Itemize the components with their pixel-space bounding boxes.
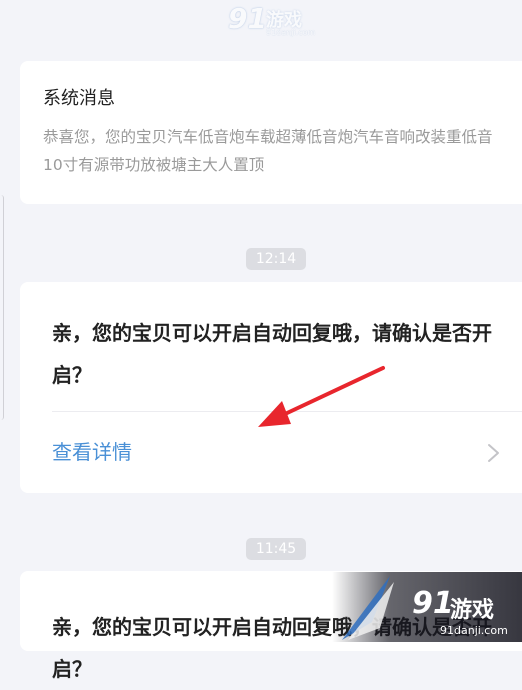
watermark-domain: 91danji.com: [440, 624, 508, 637]
watermark-swoosh-icon: [342, 576, 394, 640]
system-message-title: 系统消息: [43, 88, 115, 109]
watermark-number: 91: [228, 2, 267, 35]
auto-reply-message-card[interactable]: 亲，您的宝贝可以开启自动回复哦，请确认是否开启？ 查看详情: [20, 282, 522, 493]
message-timestamp: 11:45: [246, 538, 306, 560]
message-timestamp: 12:14: [246, 248, 306, 270]
message-text: 亲，您的宝贝可以开启自动回复哦，请确认是否开启？: [52, 321, 492, 387]
watermark-logo-top: 91 游戏 91danji.com: [228, 2, 328, 40]
watermark-number: 91: [412, 586, 454, 621]
system-message-body: 恭喜您，您的宝贝汽车低音炮车载超薄低音炮汽车音响改装重低音10寸有源带功放被塘主…: [43, 128, 493, 174]
card-divider: [52, 411, 522, 412]
chevron-right-icon[interactable]: [483, 443, 503, 463]
system-message-card[interactable]: 系统消息 恭喜您，您的宝贝汽车低音炮车载超薄低音炮汽车音响改装重低音10寸有源带…: [20, 61, 522, 204]
watermark-text: 游戏: [450, 598, 495, 623]
screen-left-edge: [0, 195, 4, 420]
view-details-link[interactable]: 查看详情: [52, 438, 132, 466]
watermark-domain: 91danji.com: [266, 28, 316, 37]
watermark-logo-bottom: 91 游戏 91danji.com: [332, 572, 522, 642]
